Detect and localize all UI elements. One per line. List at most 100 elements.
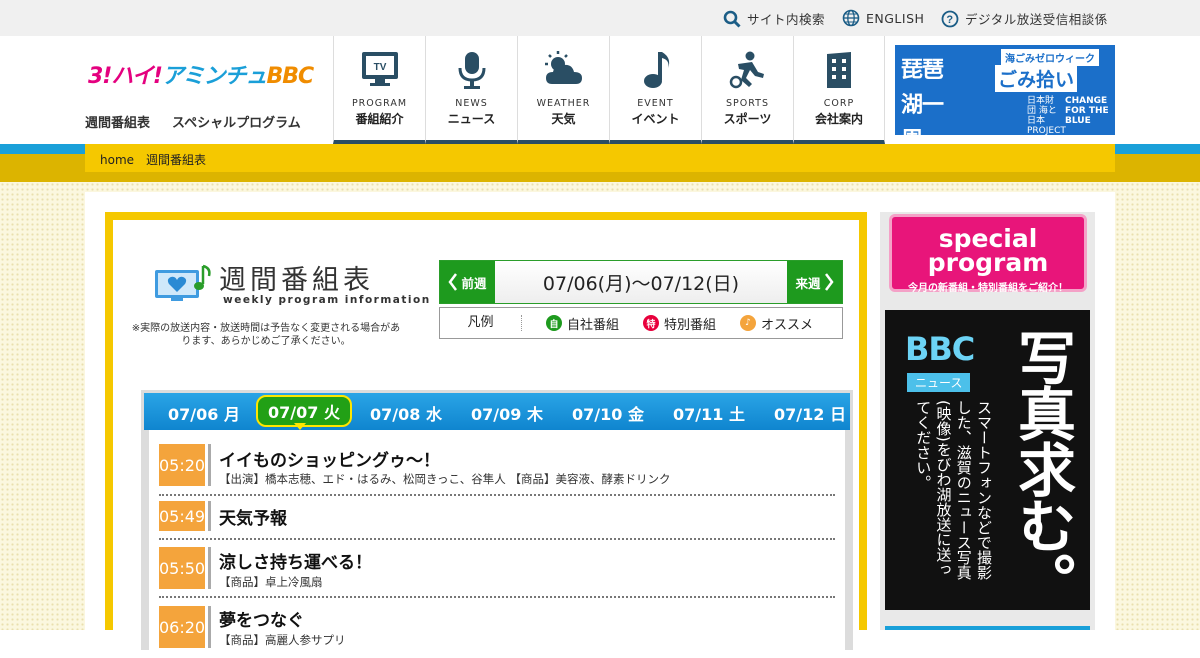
legend-special: 特 特別番組 [643,314,716,333]
nav-event-en: EVENT [637,98,674,109]
consult-link[interactable]: ? デジタル放送受信相談係 [941,9,1108,28]
program-item[interactable]: 05:20 イイものショッピングゥ～！ 【出演】橋本志穂、エド・はるみ、松岡きっ… [159,430,835,496]
week-range: 07/06(月)～07/12(日) [495,261,787,303]
schedule-panel: 07/06 月 07/07 火 07/08 水 07/09 木 07/10 金 … [141,390,853,650]
tab-day-0712[interactable]: 07/12 日 [774,401,846,425]
tab-day-0708[interactable]: 07/08 水 [370,401,442,425]
site-logo[interactable]: 3!ハイ!アミンチュBBC [88,58,315,90]
program-title: 天気予報 [219,509,287,529]
microphone-icon [458,52,485,89]
sports-icon [729,51,764,89]
nav-program[interactable]: TV PROGRAM 番組紹介 [333,36,425,144]
lake-cleanup-banner[interactable]: 琵琶湖一周 海ごみゼロウィーク ごみ拾い 日本財団 海と日本 PROJECT C… [895,45,1115,135]
music-note-icon [643,52,669,88]
site-header: 3!ハイ!アミンチュBBC 週間番組表 スペシャルプログラム TV PROGRA… [0,36,1200,144]
nav-corp-en: CORP [823,98,855,109]
photo-request-banner[interactable]: BBC ニュース 写真求む。 スマートフォンなどで撮影した、滋賀のニュース写真(… [885,310,1090,610]
program-item[interactable]: 06:20 夢をつなぐ 【商品】高麗人参サプリ [159,598,835,658]
tab-day-0710[interactable]: 07/10 金 [572,401,644,425]
tab-day-0711[interactable]: 07/11 土 [673,401,745,425]
program-title: イイものショッピングゥ～！ [219,451,440,471]
nav-sports[interactable]: SPORTS スポーツ [701,36,793,144]
program-item[interactable]: 05:49 天気予報 [159,496,835,540]
next-week-label: 来週 [795,275,821,291]
legend-special-label: 特別番組 [664,317,717,333]
program-title: 涼しさ持ち運べる！ [219,553,372,573]
photo-banner-news: ニュース [907,373,971,392]
consult-label: デジタル放送受信相談係 [965,12,1108,27]
lake-banner-tag: 海ごみゼロウィーク [1001,49,1099,66]
logo-text-2: アミンチュ [161,64,268,89]
legend-own: 自 自社番組 [546,314,619,333]
program-time: 05:49 [159,501,211,531]
prev-week-button[interactable]: 前週 [440,261,495,303]
legend-own-label: 自社番組 [567,317,620,333]
nav-weather-en: WEATHER [536,98,591,109]
legend: 凡例 自 自社番組 特 特別番組 ♪ オススメ [439,307,843,339]
photo-banner-bbc: BBC [905,330,975,368]
sidebar-next-banner-edge [885,626,1090,630]
program-info: 【出演】橋本志穂、エド・はるみ、松岡きっこ、谷隼人 【商品】美容液、酵素ドリンク [219,472,671,486]
lake-banner-gomi: ごみ拾い [995,65,1078,92]
special-program-banner[interactable]: special program 今月の新番組・特別番組をご紹介！ [889,214,1087,294]
program-title: 夢をつなぐ [219,611,304,631]
photo-banner-text: スマートフォンなどで撮影した、滋賀のニュース写真(映像)をびわ湖放送に送ってくだ… [914,400,993,580]
nav-sports-jp: スポーツ [723,112,772,126]
search-icon [723,10,741,28]
own-program-icon: 自 [546,315,562,331]
nav-news-en: NEWS [455,98,488,109]
tab-day-0709[interactable]: 07/09 木 [471,401,543,425]
nav-corp[interactable]: CORP 会社案内 [793,36,885,144]
chevron-left-icon [448,273,458,291]
special-program-link[interactable]: スペシャルプログラム [172,112,301,131]
weekly-schedule-link[interactable]: 週間番組表 [85,112,150,131]
program-list: 05:20 イイものショッピングゥ～！ 【出演】橋本志穂、エド・はるみ、松岡きっ… [149,430,845,650]
breadcrumb: home 週間番組表 [85,144,1115,172]
nav-news[interactable]: NEWS ニュース [425,36,517,144]
site-search-link[interactable]: サイト内検索 [723,9,825,28]
breadcrumb-home[interactable]: home [100,153,134,167]
nav-sports-en: SPORTS [726,98,769,109]
tv-icon: TV [361,52,398,86]
weekly-title-en: weekly program information [223,294,431,306]
program-info: 【商品】卓上冷風扇 [219,575,323,589]
program-time: 05:20 [159,444,211,486]
lake-banner-change: CHANGE FOR THE BLUE [1065,96,1109,126]
special-banner-title: special program [927,224,1049,277]
site-search-label: サイト内検索 [747,12,826,27]
nav-program-jp: 番組紹介 [355,112,404,126]
english-link[interactable]: ENGLISH [842,9,924,27]
special-banner-sub: 今月の新番組・特別番組をご紹介！ [908,282,1068,294]
svg-text:?: ? [946,14,953,26]
nav-corp-jp: 会社案内 [814,112,863,126]
legend-recommend-label: オススメ [761,317,814,333]
recommend-note-icon: ♪ [740,315,757,331]
globe-icon [842,9,860,27]
lake-banner-title: 琵琶湖一周 [901,58,944,135]
schedule-note: ※実際の放送内容・放送時間は予告なく変更される場合があります、あらかじめご了承く… [131,323,401,347]
nav-weather-jp: 天気 [551,112,576,126]
day-tabs: 07/06 月 07/07 火 07/08 水 07/09 木 07/10 金 … [144,393,850,430]
nav-event-jp: イベント [631,112,680,126]
nav-news-jp: ニュース [447,112,496,126]
week-navigator: 前週 07/06(月)～07/12(日) 来週 [439,260,843,304]
logo-text-3: BBC [266,64,315,89]
english-label: ENGLISH [866,10,925,26]
svg-text:TV: TV [373,62,386,73]
program-item[interactable]: 05:50 涼しさ持ち運べる！ 【商品】卓上冷風扇 [159,540,835,598]
nav-event[interactable]: EVENT イベント [609,36,701,144]
schedule-frame: 週間番組表 weekly program information ※実際の放送内… [105,212,867,650]
chevron-right-icon [824,273,834,291]
prev-week-label: 前週 [461,275,487,291]
next-week-button[interactable]: 来週 [787,261,842,303]
question-icon: ? [941,10,959,27]
tab-day-0706[interactable]: 07/06 月 [168,401,240,425]
lake-banner-umi: 日本財団 海と日本 PROJECT [1027,96,1066,135]
photo-banner-headline: 写真求む。 [1008,328,1076,608]
program-time: 05:50 [159,547,211,589]
nav-program-en: PROGRAM [351,98,408,109]
nav-weather[interactable]: WEATHER 天気 [517,36,609,144]
program-time: 06:20 [159,606,211,648]
special-program-icon: 特 [643,315,660,331]
weekly-title: 週間番組表 weekly program information [153,262,429,312]
